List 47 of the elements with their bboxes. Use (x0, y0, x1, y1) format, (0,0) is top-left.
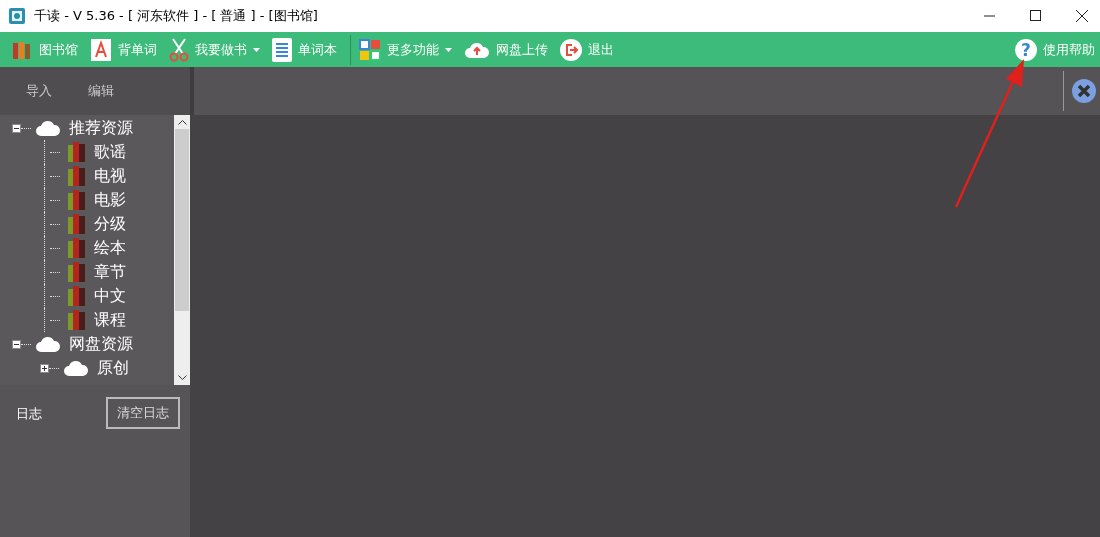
expand-toggle[interactable] (12, 123, 21, 133)
scrollbar-thumb[interactable] (175, 129, 189, 311)
cloud-icon (35, 120, 61, 136)
help-button[interactable]: ? 使用帮助 (1010, 34, 1100, 65)
books-icon (68, 262, 86, 282)
tree-item[interactable]: 分级 (94, 213, 126, 235)
tree-item[interactable]: 章节 (94, 261, 126, 283)
sidebar-tab[interactable]: 编辑 (84, 82, 118, 100)
help-icon: ? (1015, 38, 1037, 61)
caret-icon (253, 47, 260, 52)
tree-item[interactable]: 中文 (94, 285, 126, 307)
grid-icon (359, 38, 381, 61)
tree-item[interactable]: 电视 (94, 165, 126, 187)
letter-icon (90, 37, 112, 62)
sidebar-tab[interactable]: 导入 (22, 82, 56, 100)
tree-item[interactable]: 原创 (97, 357, 129, 379)
cloud-upload-icon (464, 40, 490, 59)
books-icon (68, 190, 86, 210)
books-icon (68, 142, 86, 162)
maximize-icon[interactable] (1030, 10, 1042, 22)
tree-item[interactable]: 歌谣 (94, 141, 126, 163)
tree-item[interactable]: 课程 (94, 309, 126, 331)
books-icon (68, 286, 86, 306)
log-label: 日志 (16, 405, 42, 423)
caret-icon (445, 47, 452, 52)
books-icon (68, 238, 86, 258)
tree-item[interactable]: 推荐资源 (69, 117, 133, 139)
books-icon (68, 166, 86, 186)
close-icon[interactable] (1076, 10, 1088, 22)
app-icon (8, 7, 26, 25)
notebook-icon (272, 37, 292, 62)
tree-item[interactable]: 网盘资源 (69, 333, 133, 355)
scroll-down-icon[interactable] (177, 375, 187, 381)
clear-log-button[interactable]: 清空日志 (106, 397, 180, 429)
window-title: 千读 - V 5.36 - [ 河东软件 ] - [ 普通 ] - [图书馆] (34, 7, 318, 25)
books-icon (68, 310, 86, 330)
scrollbar[interactable] (174, 115, 190, 385)
expand-toggle[interactable] (40, 363, 49, 373)
expand-toggle[interactable] (12, 339, 21, 349)
cloud-icon (35, 336, 61, 352)
tree-item[interactable]: 绘本 (94, 237, 126, 259)
exit-icon (560, 38, 582, 61)
books-icon (68, 214, 86, 234)
scroll-up-icon[interactable] (177, 119, 187, 125)
scissors-icon (169, 37, 189, 62)
tree-item[interactable]: 电影 (94, 189, 126, 211)
cloud-icon (63, 360, 89, 376)
